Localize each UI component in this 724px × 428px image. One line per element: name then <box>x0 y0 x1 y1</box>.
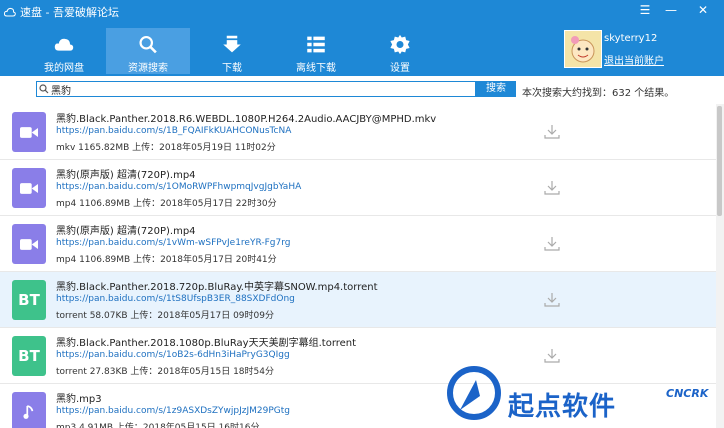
download-icon[interactable] <box>544 292 560 308</box>
avatar-face-icon <box>571 36 595 63</box>
download-icon[interactable] <box>544 124 560 140</box>
file-url-link[interactable]: https://pan.baidu.com/s/1z9ASXDsZYwjpJzJ… <box>56 406 290 416</box>
file-name: 黑豹.Black.Panther.2018.R6.WEBDL.1080P.H26… <box>56 114 437 125</box>
close-button[interactable]: ✕ <box>692 3 714 17</box>
tab-label: 资源搜索 <box>128 63 168 74</box>
file-meta: mp4 1106.89MB 上传：2018年05月17日 20时41分 <box>56 255 277 265</box>
file-url-link[interactable]: https://pan.baidu.com/s/1oB2s-6dHn3iHaPr… <box>56 350 290 360</box>
username: skyterry12 <box>604 33 658 44</box>
file-url-link[interactable]: https://pan.baidu.com/s/1vWm-wSFPvJe1reY… <box>56 238 290 248</box>
video-file-icon <box>12 224 46 264</box>
list-icon <box>307 36 325 53</box>
cloud-icon <box>54 38 74 51</box>
window-title: 速盘 - 吾爱破解论坛 <box>4 4 119 20</box>
download-icon <box>223 35 241 53</box>
watermark-code: CNCRK <box>666 387 709 400</box>
bt-file-icon: BT <box>12 280 46 320</box>
file-name: 黑豹.Black.Panther.2018.720p.BluRay.中英字幕SN… <box>56 282 378 293</box>
list-item[interactable]: 黑豹.Black.Panther.2018.R6.WEBDL.1080P.H26… <box>0 104 716 160</box>
menu-button[interactable]: ☰ <box>634 3 656 17</box>
tab-label: 我的网盘 <box>44 63 84 74</box>
list-item[interactable]: 黑豹(原声版) 超清(720P).mp4 https://pan.baidu.c… <box>0 216 716 272</box>
tab-offline-download[interactable]: 离线下载 <box>274 28 358 74</box>
tab-my-disk[interactable]: 我的网盘 <box>22 28 106 74</box>
avatar[interactable] <box>564 30 602 68</box>
bt-file-icon: BT <box>12 336 46 376</box>
video-file-icon <box>12 112 46 152</box>
gear-icon <box>390 34 410 55</box>
search-input[interactable] <box>36 81 476 97</box>
file-url-link[interactable]: https://pan.baidu.com/s/1OMoRWPFhwpmqJvg… <box>56 182 301 192</box>
minimize-button[interactable]: — <box>660 3 682 17</box>
audio-file-icon <box>12 392 46 428</box>
tab-resource-search[interactable]: 资源搜索 <box>106 28 190 74</box>
file-meta: torrent 58.07KB 上传：2018年05月17日 09时09分 <box>56 311 274 321</box>
result-count: 本次搜索大约找到：632 个结果。 <box>522 88 675 99</box>
scrollbar-thumb[interactable] <box>717 106 722 216</box>
file-name: 黑豹.Black.Panther.2018.1080p.BluRay天天美剧字幕… <box>56 338 357 349</box>
tab-download[interactable]: 下载 <box>190 28 274 74</box>
download-icon[interactable] <box>544 180 560 196</box>
file-meta: mp4 1106.89MB 上传：2018年05月17日 22时30分 <box>56 199 277 209</box>
file-url-link[interactable]: https://pan.baidu.com/s/1B_FQAIFkKUAHCON… <box>56 126 291 136</box>
search-button[interactable]: 搜索 <box>476 81 516 97</box>
download-icon[interactable] <box>544 236 560 252</box>
video-file-icon <box>12 168 46 208</box>
list-item[interactable]: BT 黑豹.Black.Panther.2018.720p.BluRay.中英字… <box>0 272 716 328</box>
tab-label: 离线下载 <box>296 63 336 74</box>
file-name: 黑豹(原声版) 超清(720P).mp4 <box>56 170 196 181</box>
list-item[interactable]: 黑豹(原声版) 超清(720P).mp4 https://pan.baidu.c… <box>0 160 716 216</box>
window-title-text: 速盘 - 吾爱破解论坛 <box>20 6 119 19</box>
main-tabs: 我的网盘 资源搜索 下载 离线下载 设置 <box>22 28 442 74</box>
file-meta: mkv 1165.82MB 上传：2018年05月19日 11时02分 <box>56 143 276 153</box>
file-meta: torrent 27.83KB 上传：2018年05月15日 18时54分 <box>56 367 274 377</box>
file-meta: mp3 4.91MB 上传：2018年05月15日 16时16分 <box>56 423 260 428</box>
tab-settings[interactable]: 设置 <box>358 28 442 74</box>
search-field-icon <box>39 84 49 94</box>
watermark-title: 起点软件 <box>508 392 617 422</box>
file-url-link[interactable]: https://pan.baidu.com/s/1tS8UfspB3ER_88S… <box>56 294 295 304</box>
tab-label: 下载 <box>222 63 242 74</box>
cloud-logo-icon <box>4 7 16 17</box>
file-name: 黑豹.mp3 <box>56 394 102 405</box>
tab-label: 设置 <box>390 63 410 74</box>
logout-link[interactable]: 退出当前账户 <box>604 52 664 67</box>
file-name: 黑豹(原声版) 超清(720P).mp4 <box>56 226 196 237</box>
search-icon <box>139 35 157 54</box>
